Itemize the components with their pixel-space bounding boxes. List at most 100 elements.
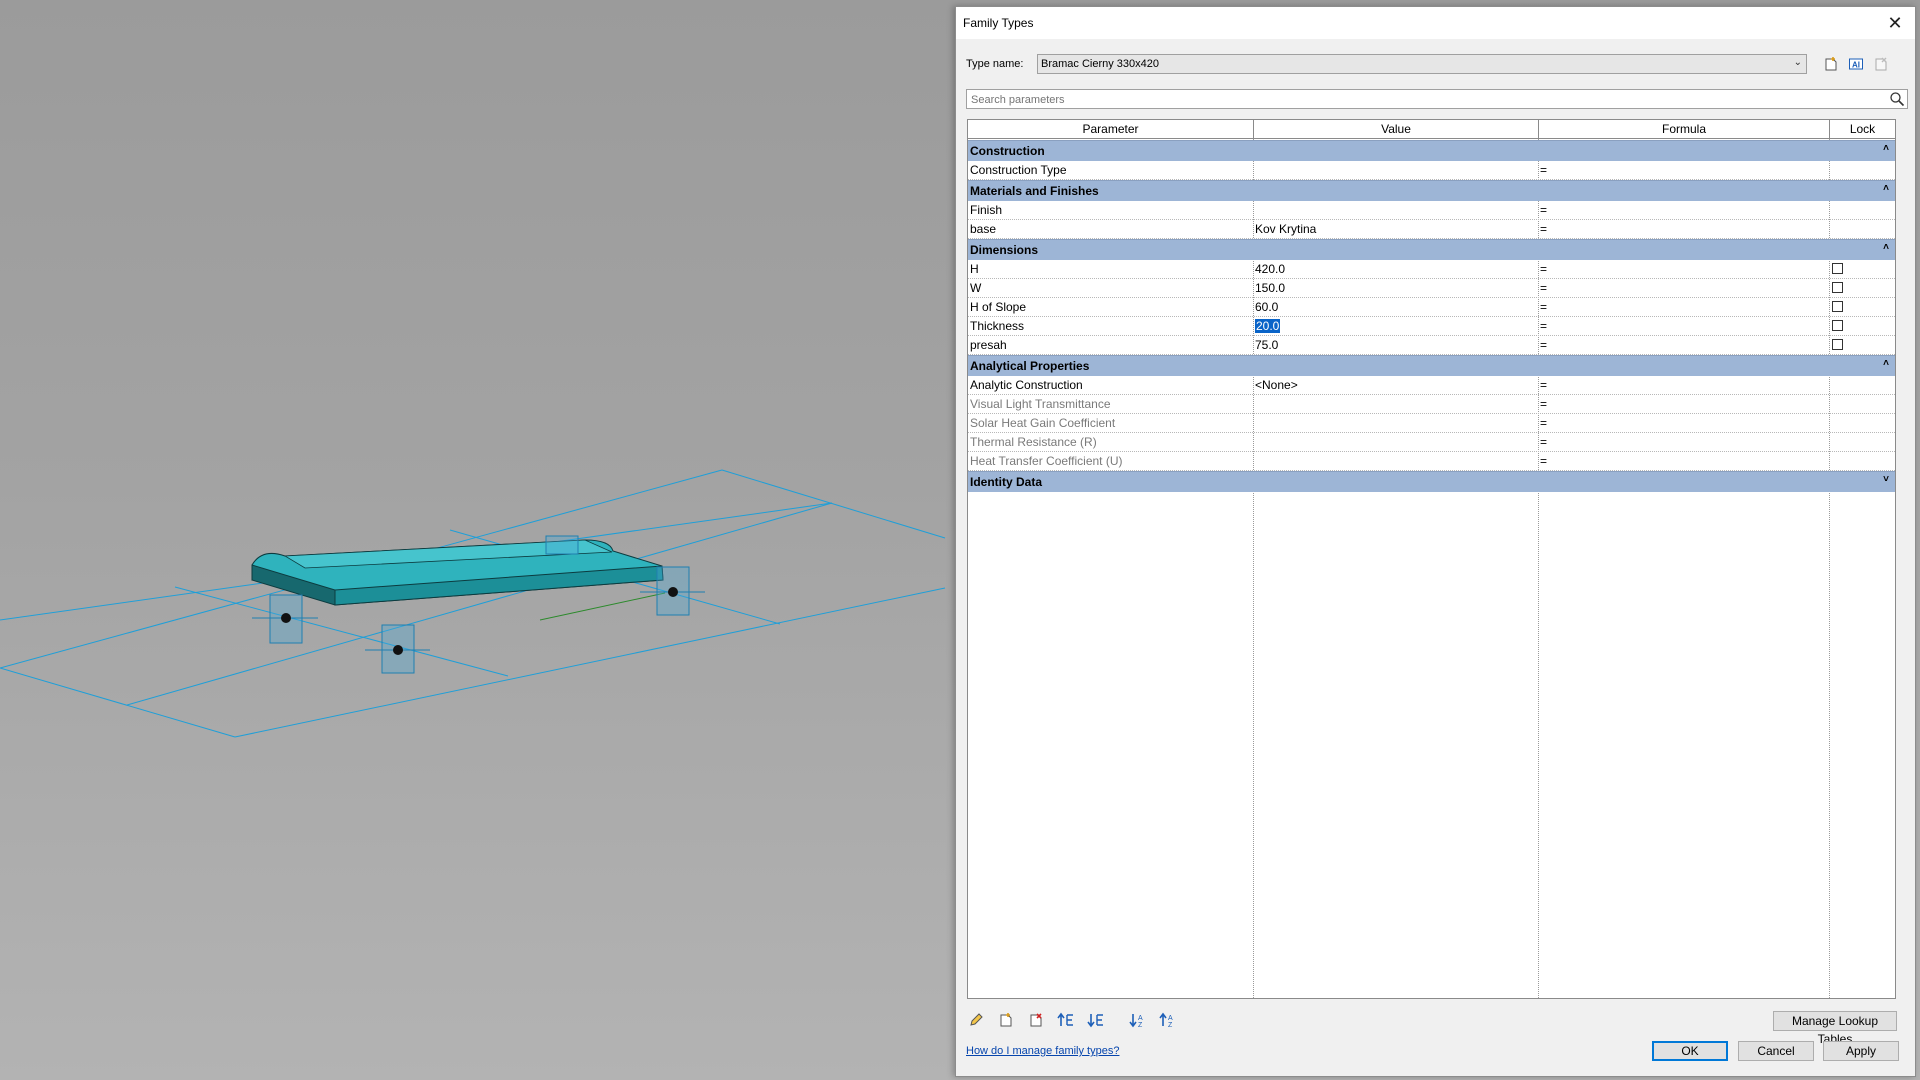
edit-pencil-icon[interactable] <box>966 1010 986 1030</box>
type-name-value: Bramac Cierny 330x420 <box>1041 58 1160 70</box>
parameter-name: Solar Heat Gain Coefficient <box>970 416 1116 430</box>
parameter-name: presah <box>970 338 1007 352</box>
parameter-value[interactable]: 60.0 <box>1255 300 1278 314</box>
parameter-name: W <box>970 281 982 295</box>
dialog-titlebar[interactable]: Family Types ✕ <box>956 7 1915 39</box>
parameter-value[interactable]: 420.0 <box>1255 262 1285 276</box>
help-link[interactable]: How do I manage family types? <box>966 1045 1119 1057</box>
parameter-row[interactable]: Construction Type = <box>968 161 1895 180</box>
new-type-icon[interactable] <box>1822 55 1840 73</box>
group-header[interactable]: Construction ˄ <box>968 140 1895 161</box>
type-name-dropdown[interactable]: Bramac Cierny 330x420 ⌄ <box>1037 54 1807 74</box>
move-up-icon[interactable] <box>1056 1010 1076 1030</box>
collapse-chevron-icon[interactable]: ˄ <box>1883 242 1889 253</box>
parameter-formula[interactable]: = <box>1540 378 1547 392</box>
parameter-row[interactable]: W 150.0 = <box>968 279 1895 298</box>
group-title: Materials and Finishes <box>970 184 1099 198</box>
search-input[interactable] <box>969 91 1873 109</box>
svg-text:Z: Z <box>1138 1022 1143 1028</box>
delete-parameter-icon[interactable] <box>1026 1010 1046 1030</box>
parameter-row[interactable]: presah 75.0 = <box>968 336 1895 355</box>
parameter-formula[interactable]: = <box>1540 163 1547 177</box>
parameter-formula[interactable]: = <box>1540 262 1547 276</box>
svg-text:A: A <box>1168 1015 1173 1022</box>
parameter-value[interactable]: <None> <box>1255 378 1298 392</box>
parameter-row[interactable]: Thickness 20.0 = <box>968 317 1895 336</box>
column-header-lock[interactable]: Lock <box>1830 120 1895 139</box>
manage-lookup-tables-button[interactable]: Manage Lookup Tables <box>1773 1011 1897 1046</box>
parameter-row[interactable]: Thermal Resistance (R) = <box>968 433 1895 452</box>
group-header[interactable]: Identity Data ˅ <box>968 471 1895 492</box>
sort-ascending-icon[interactable]: AZ <box>1128 1010 1148 1030</box>
parameters-grid[interactable]: Parameter Value Formula Lock Constructio… <box>967 119 1896 999</box>
parameter-value[interactable]: 75.0 <box>1255 338 1278 352</box>
svg-text:A: A <box>1138 1015 1143 1022</box>
lock-checkbox[interactable] <box>1832 320 1843 331</box>
parameter-row[interactable]: H of Slope 60.0 = <box>968 298 1895 317</box>
parameter-value[interactable]: 150.0 <box>1255 281 1285 295</box>
parameter-row[interactable]: Solar Heat Gain Coefficient = <box>968 414 1895 433</box>
parameter-formula[interactable]: = <box>1540 281 1547 295</box>
parameter-row[interactable]: H 420.0 = <box>968 260 1895 279</box>
new-parameter-icon[interactable] <box>996 1010 1016 1030</box>
delete-type-icon[interactable] <box>1872 55 1890 73</box>
search-parameters-field[interactable] <box>966 89 1908 109</box>
collapse-chevron-icon[interactable]: ˄ <box>1883 358 1889 369</box>
grid-rows: Construction ˄ Construction Type = Materials… <box>968 140 1895 492</box>
group-header[interactable]: Materials and Finishes ˄ <box>968 180 1895 201</box>
family-types-dialog: Family Types ✕ Type name: Bramac Cierny … <box>955 6 1916 1077</box>
parameter-value[interactable]: 20.0 <box>1255 319 1281 333</box>
column-header-formula[interactable]: Formula <box>1539 120 1830 139</box>
cancel-button[interactable]: Cancel <box>1738 1041 1814 1061</box>
parameter-row[interactable]: Heat Transfer Coefficient (U) = <box>968 452 1895 471</box>
lock-checkbox[interactable] <box>1832 339 1843 350</box>
selected-value-text[interactable]: 20.0 <box>1255 319 1281 333</box>
parameter-row[interactable]: Finish = <box>968 201 1895 220</box>
lock-checkbox[interactable] <box>1832 263 1843 274</box>
parameter-name: Thickness <box>970 319 1025 333</box>
parameter-row[interactable]: Visual Light Transmittance = <box>968 395 1895 414</box>
parameter-formula[interactable]: = <box>1540 416 1547 430</box>
chevron-down-icon: ⌄ <box>1793 57 1802 68</box>
parameter-name: Construction Type <box>970 163 1067 177</box>
move-down-icon[interactable] <box>1086 1010 1106 1030</box>
parameter-row[interactable]: base Kov Krytina = <box>968 220 1895 239</box>
parameter-formula[interactable]: = <box>1540 397 1547 411</box>
expand-chevron-icon[interactable]: ˅ <box>1883 474 1889 485</box>
collapse-chevron-icon[interactable]: ˄ <box>1883 143 1889 154</box>
search-icon[interactable] <box>1889 91 1905 107</box>
ok-button[interactable]: OK <box>1652 1041 1728 1061</box>
parameter-formula[interactable]: = <box>1540 319 1547 333</box>
parameter-formula[interactable]: = <box>1540 338 1547 352</box>
parameter-formula[interactable]: = <box>1540 454 1547 468</box>
parameter-value[interactable]: Kov Krytina <box>1255 222 1316 236</box>
lock-checkbox[interactable] <box>1832 282 1843 293</box>
close-icon[interactable]: ✕ <box>1875 7 1915 39</box>
parameter-formula[interactable]: = <box>1540 435 1547 449</box>
column-header-value[interactable]: Value <box>1254 120 1539 139</box>
sketch-line <box>539 592 666 621</box>
sort-descending-icon[interactable]: AZ <box>1158 1010 1178 1030</box>
apply-button[interactable]: Apply <box>1823 1041 1899 1061</box>
type-name-row: Type name: Bramac Cierny 330x420 ⌄ AI <box>966 52 1906 76</box>
roof-tile-model[interactable] <box>251 539 664 606</box>
rename-type-icon[interactable]: AI <box>1847 55 1865 73</box>
parameter-row[interactable]: Analytic Construction <None> = <box>968 376 1895 395</box>
parameter-name: Thermal Resistance (R) <box>970 435 1097 449</box>
parameter-formula[interactable]: = <box>1540 300 1547 314</box>
collapse-chevron-icon[interactable]: ˄ <box>1883 183 1889 194</box>
svg-text:Z: Z <box>1168 1022 1173 1028</box>
column-header-parameter[interactable]: Parameter <box>968 120 1254 139</box>
parameter-name: Analytic Construction <box>970 378 1083 392</box>
reference-grid <box>0 469 946 738</box>
parameter-name: Finish <box>970 203 1003 217</box>
parameter-formula[interactable]: = <box>1540 203 1547 217</box>
group-header[interactable]: Dimensions ˄ <box>968 239 1895 260</box>
group-header[interactable]: Analytical Properties ˄ <box>968 355 1895 376</box>
parameter-name: base <box>970 222 997 236</box>
lock-checkbox[interactable] <box>1832 301 1843 312</box>
model-viewport[interactable] <box>0 0 955 1080</box>
viewport-canvas[interactable] <box>0 0 955 1080</box>
svg-text:AI: AI <box>1852 61 1860 70</box>
parameter-formula[interactable]: = <box>1540 222 1547 236</box>
